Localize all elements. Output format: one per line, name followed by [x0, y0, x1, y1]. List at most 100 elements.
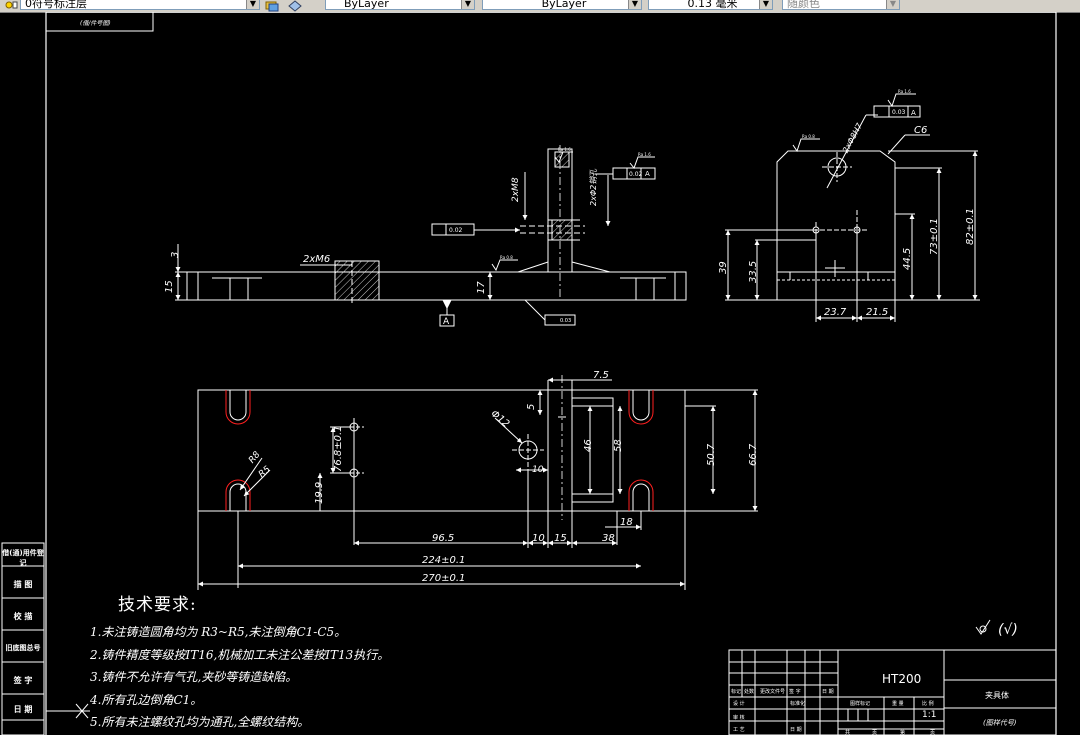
- dim-side-hole: 2xΦ8H7: [841, 121, 865, 155]
- layer-dropdown[interactable]: 0符号标注层 ▼: [20, 0, 260, 10]
- dim-plan-r8: R8: [247, 450, 263, 466]
- layer-previous-icon[interactable]: [288, 0, 302, 12]
- gdt-side-datum: A: [911, 109, 916, 117]
- title-material: HT200: [882, 672, 921, 686]
- cursor-crosshair-icon: [46, 703, 90, 719]
- roughness-symbol-icon: [975, 619, 991, 635]
- roughness-side-2: Ra 1.6: [898, 89, 911, 94]
- layer-manager-icon[interactable]: [265, 0, 279, 12]
- side-label-0: 借(通)用件登记: [2, 549, 44, 567]
- gdt-parallel2-tol: 0.02: [629, 171, 643, 178]
- dim-plan-18: 18: [620, 517, 633, 528]
- layer-value: 0符号标注层: [25, 0, 87, 10]
- linetype-value: ByLayer: [541, 0, 587, 10]
- roughness-front-2: Ra 1.6: [638, 152, 651, 157]
- roughness-side-1: Ra 0.8: [802, 134, 815, 139]
- dim-front-15: 15: [164, 280, 175, 293]
- dim-side-21-5: 21.5: [866, 307, 888, 318]
- dim-side-33-5: 33.5: [748, 261, 759, 283]
- dim-plan-7-5: 7.5: [593, 370, 609, 381]
- side-label-1: 描 图: [13, 580, 33, 589]
- dim-front-2xm6: 2xM6: [303, 254, 330, 265]
- linetype-dropdown[interactable]: ByLayer ▼: [482, 0, 642, 10]
- gdt-side-tol: 0.03: [892, 109, 906, 116]
- dim-plan-50-7: 50.7: [706, 443, 717, 466]
- lineweight-dropdown[interactable]: 0.13 毫米 ▼: [648, 0, 773, 10]
- gdt-flat-tol: 0.03: [560, 318, 571, 324]
- tech-req-line-3: 3.铸件不允许有气孔,夹砂等铸造缺陷。: [90, 670, 298, 684]
- chevron-down-icon[interactable]: ▼: [759, 0, 772, 9]
- color-value: ByLayer: [344, 0, 389, 10]
- plotstyle-dropdown[interactable]: 随颜色 ▼: [782, 0, 900, 10]
- roughness-front-3: Ra 1.6: [558, 147, 571, 152]
- tech-req-line-4: 4.所有孔边倒角C1。: [90, 692, 203, 707]
- dim-front-17: 17: [476, 281, 487, 294]
- dim-plan-10a: 10: [532, 465, 544, 475]
- dim-plan-10b: 10: [532, 533, 545, 544]
- dim-plan-15: 15: [554, 533, 567, 544]
- dim-plan-66-7: 66.7: [748, 443, 759, 466]
- dim-side-73: 73±0.1: [929, 218, 940, 255]
- tech-requirements: 技术要求: 1.未注铸造圆角均为 R3~R5,未注倒角C1-C5。 2.铸件精度…: [90, 590, 389, 734]
- title-scale: 1:1: [922, 710, 936, 720]
- layer-state-icon[interactable]: [4, 0, 18, 9]
- chevron-down-icon[interactable]: ▼: [886, 0, 899, 9]
- dim-side-23-7: 23.7: [824, 307, 847, 318]
- tb-sheet-1: 页: [872, 730, 877, 735]
- gdt-parallel-tol: 0.02: [449, 227, 463, 234]
- dim-front-3: 3: [170, 252, 181, 258]
- color-dropdown[interactable]: ByLayer ▼: [325, 0, 475, 10]
- title-part-name: 夹具体: [985, 690, 1009, 700]
- datum-a-label: A: [443, 317, 450, 327]
- tb-sheet-2: 第: [900, 729, 905, 735]
- front-view[interactable]: [175, 145, 687, 327]
- chevron-down-icon[interactable]: ▼: [628, 0, 641, 9]
- dim-side-44-5: 44.5: [902, 248, 913, 270]
- dim-plan-270: 270±0.1: [422, 573, 465, 584]
- chevron-down-icon[interactable]: ▼: [461, 0, 474, 9]
- tb-head-3: 签 字: [789, 688, 801, 695]
- lineweight-value: 0.13 毫米: [687, 0, 738, 10]
- tb-sheet-3: 页: [930, 730, 935, 735]
- dim-plan-r5: R5: [257, 464, 273, 480]
- top-tag-label: (借/件号图): [80, 19, 111, 27]
- tb-row-4: 日 期: [790, 727, 802, 733]
- tech-req-line-1: 1.未注铸造圆角均为 R3~R5,未注倒角C1-C5。: [90, 625, 347, 639]
- dim-side-c6: C6: [914, 125, 927, 136]
- tb-col-1: 重 量: [892, 700, 904, 707]
- tb-sheet-0: 共: [845, 729, 850, 735]
- tb-head-4: 日 期: [822, 689, 834, 695]
- title-drawing-code: (图样代号): [983, 719, 1017, 727]
- dim-plan-96-5: 96.5: [432, 533, 454, 544]
- side-label-5: 日 期: [13, 705, 33, 714]
- side-label-3: 旧底图总号: [5, 644, 41, 652]
- dim-front-pin: 2xΦ2销孔: [589, 168, 598, 206]
- dim-side-39: 39: [718, 261, 729, 274]
- dim-plan-phi12: Φ12: [488, 408, 511, 430]
- dim-plan-5: 5: [526, 404, 537, 410]
- plotstyle-value: 随颜色: [787, 0, 820, 10]
- chevron-down-icon[interactable]: ▼: [246, 0, 259, 9]
- dim-front-2xm8: 2xM8: [511, 177, 521, 202]
- roughness-note: (√): [998, 622, 1018, 638]
- tb-col-2: 比 例: [922, 700, 934, 707]
- tb-row-0: 设 计: [733, 700, 745, 707]
- dim-plan-76-8: 76.8±0.1: [333, 425, 344, 472]
- dim-plan-19-9: 19.9: [314, 482, 325, 504]
- tb-row-2: 审 核: [733, 714, 745, 721]
- tb-head-2: 更改文件号: [760, 688, 785, 695]
- tech-req-line-5: 5.所有未注螺纹孔均为通孔,全螺纹结构。: [90, 715, 310, 729]
- tb-head-0: 标记: [731, 688, 741, 695]
- dim-side-82: 82±0.1: [965, 208, 976, 245]
- dim-plan-38: 38: [602, 533, 615, 544]
- tb-col-0: 图样标记: [850, 700, 870, 707]
- plan-view[interactable]: [197, 375, 758, 590]
- gdt-parallel2-datum: A: [645, 170, 650, 178]
- tech-req-line-2: 2.铸件精度等级按IT16,机械加工未注公差按IT13执行。: [90, 647, 390, 662]
- dim-plan-58: 58: [613, 439, 624, 452]
- side-label-2: 校 描: [13, 612, 33, 621]
- tb-row-3: 工 艺: [733, 727, 745, 733]
- tb-row-1: 标准化: [790, 700, 805, 707]
- dim-plan-224: 224±0.1: [422, 555, 465, 566]
- tb-head-1: 处数: [744, 688, 754, 695]
